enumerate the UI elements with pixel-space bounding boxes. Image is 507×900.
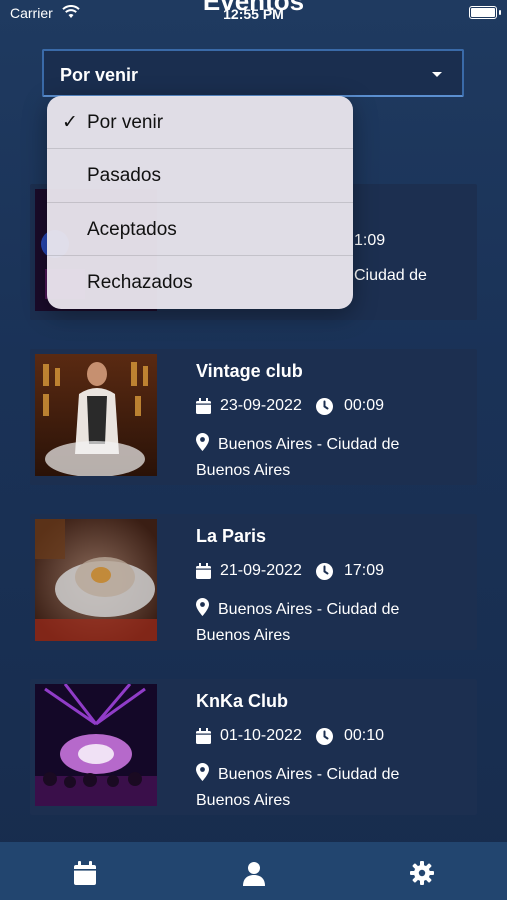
menu-item-pasados[interactable]: Pasados [47,149,353,203]
event-location: Ciudad de [354,267,427,284]
event-time: 1:09 [354,232,386,249]
menu-item-label: Pasados [87,165,161,187]
clock-icon [316,398,333,415]
filter-dropdown-menu: ✓ Por venir Pasados Aceptados Rechazados [47,96,353,309]
event-time: 00:09 [344,397,385,414]
status-time: 12:55 PM [223,6,284,22]
status-bar: Eventos Carrier 12:55 PM [0,0,507,24]
event-name: KnKa Club [196,691,288,711]
event-name: Vintage club [196,361,303,381]
event-image [35,684,157,806]
calendar-icon[interactable] [72,860,98,886]
clock-icon [316,728,333,745]
menu-item-label: Por venir [87,112,164,133]
battery-icon [469,6,501,19]
tab-bar [0,842,507,900]
event-time: 00:10 [344,727,385,744]
event-card[interactable]: La Paris 21-09-2022 17:09 Buenos Aires -… [30,514,477,650]
menu-item-aceptados[interactable]: Aceptados [47,203,353,256]
caret-down-icon [432,72,442,77]
event-location: Buenos Aires - Ciudad de Buenos Aires [196,766,400,809]
filter-select-value: Por venir [60,65,139,85]
filter-select[interactable]: Por venir [42,49,464,97]
event-location: Buenos Aires - Ciudad de Buenos Aires [196,436,400,479]
event-image [35,354,157,476]
gear-icon[interactable] [409,860,435,886]
event-location: Buenos Aires - Ciudad de Buenos Aires [196,601,400,644]
event-card[interactable]: Vintage club 23-09-2022 00:09 Buenos Air… [30,349,477,485]
event-date: 01-10-2022 [220,727,302,744]
calendar-icon [196,398,211,414]
menu-item-por-venir[interactable]: ✓ Por venir [47,96,353,150]
menu-item-rechazados[interactable]: Rechazados [47,256,353,309]
checkmark-icon: ✓ [62,111,78,133]
event-date: 23-09-2022 [220,397,302,414]
event-image [35,519,157,641]
event-time: 17:09 [344,562,385,579]
clock-icon [316,563,333,580]
event-card[interactable]: KnKa Club 01-10-2022 00:10 Buenos Aires … [30,679,477,815]
menu-item-label: Aceptados [87,218,177,240]
calendar-icon [196,728,211,744]
event-name: La Paris [196,526,267,546]
menu-item-label: Rechazados [87,271,193,293]
user-icon[interactable] [241,860,267,886]
calendar-icon [196,563,211,579]
event-date: 21-09-2022 [220,562,302,579]
